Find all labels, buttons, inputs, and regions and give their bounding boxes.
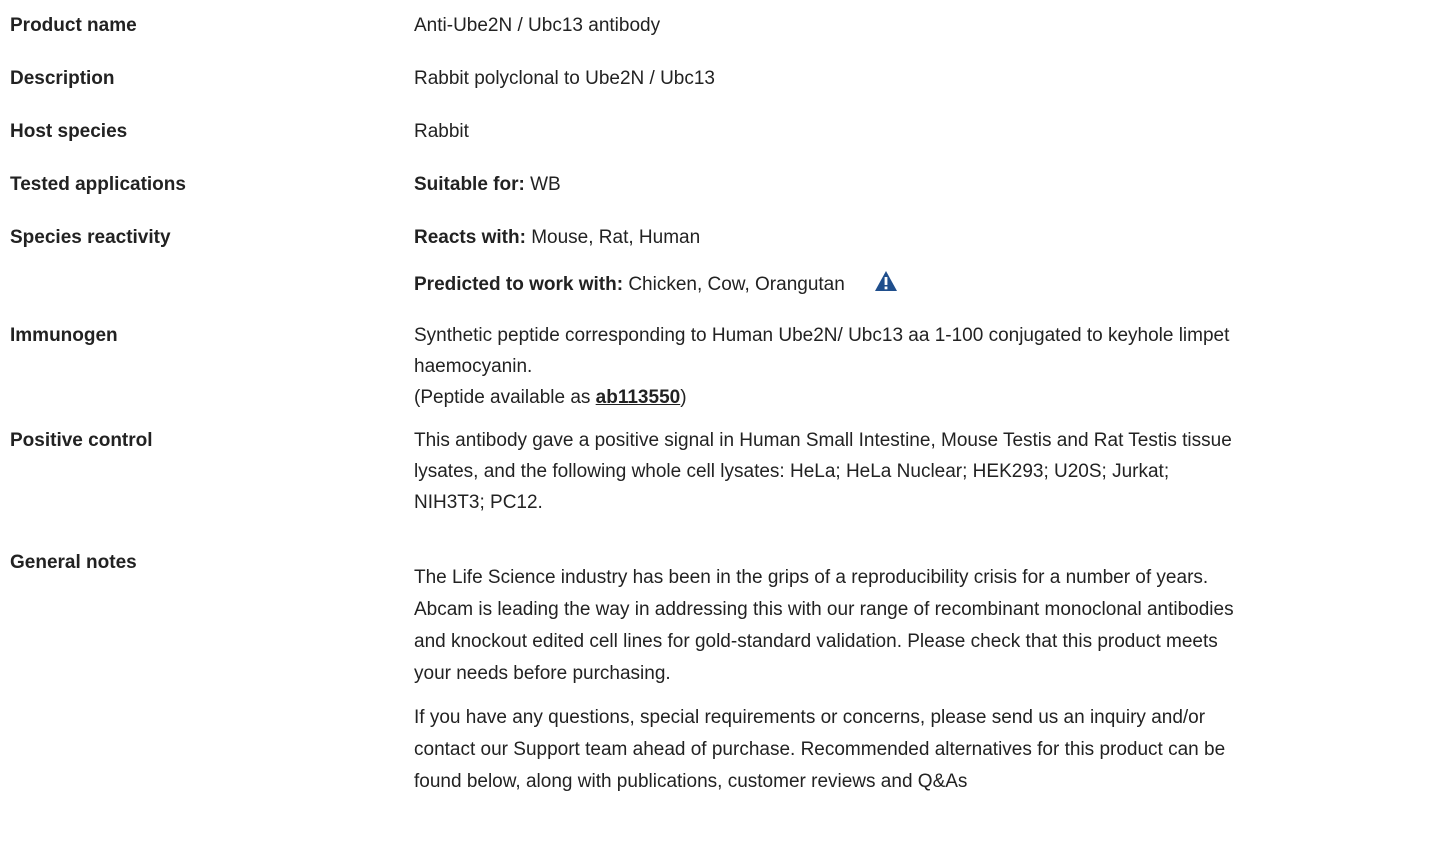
immunogen-peptide-line: (Peptide available as ab113550) bbox=[414, 382, 1444, 413]
value-host-species: Rabbit bbox=[414, 121, 469, 142]
immunogen-line-1: Synthetic peptide corresponding to Human… bbox=[414, 325, 1230, 346]
label-product-name: Product name bbox=[10, 15, 137, 36]
notes-p1-line-2: Abcam is leading the way in addressing t… bbox=[414, 599, 1234, 620]
label-general-notes: General notes bbox=[10, 552, 137, 573]
immunogen-line-2: haemocyanin. bbox=[414, 356, 533, 377]
label-immunogen: Immunogen bbox=[10, 325, 118, 346]
predicted-prefix: Predicted to work with: bbox=[414, 274, 624, 295]
value-reacts-with: Reacts with: Mouse, Rat, Human bbox=[414, 222, 1444, 253]
notes-p2-line-3: found below, along with publications, cu… bbox=[414, 771, 968, 792]
peptide-link[interactable]: ab113550 bbox=[596, 387, 681, 408]
notes-p1-line-3: and knockout edited cell lines for gold-… bbox=[414, 631, 1218, 652]
general-notes-paragraph-1: The Life Science industry has been in th… bbox=[414, 562, 1444, 690]
value-general-notes: The Life Science industry has been in th… bbox=[414, 562, 1444, 798]
peptide-suffix: ) bbox=[680, 387, 687, 408]
notes-p1-line-1: The Life Science industry has been in th… bbox=[414, 567, 1209, 588]
label-description: Description bbox=[10, 68, 115, 89]
value-positive-control: This antibody gave a positive signal in … bbox=[414, 425, 1444, 518]
value-immunogen: Synthetic peptide corresponding to Human… bbox=[414, 320, 1444, 413]
notes-p2-line-2: contact our Support team ahead of purcha… bbox=[414, 739, 1226, 760]
suitable-for-prefix: Suitable for: bbox=[414, 174, 525, 195]
positive-control-line-1: This antibody gave a positive signal in … bbox=[414, 430, 1232, 451]
positive-control-line-2: lysates, and the following whole cell ly… bbox=[414, 461, 1170, 482]
general-notes-paragraph-2: If you have any questions, special requi… bbox=[414, 702, 1444, 798]
label-species-reactivity: Species reactivity bbox=[10, 227, 171, 248]
reacts-with-value: Mouse, Rat, Human bbox=[531, 227, 701, 248]
label-positive-control: Positive control bbox=[10, 430, 153, 451]
notes-p1-line-4: your needs before purchasing. bbox=[414, 663, 671, 684]
label-host-species: Host species bbox=[10, 121, 128, 142]
value-description: Rabbit polyclonal to Ube2N / Ubc13 bbox=[414, 68, 716, 89]
notes-p2-line-1: If you have any questions, special requi… bbox=[414, 707, 1206, 728]
peptide-prefix: (Peptide available as bbox=[414, 387, 596, 408]
suitable-for-value: WB bbox=[530, 174, 561, 195]
warning-triangle-icon[interactable] bbox=[874, 270, 898, 292]
product-datasheet: Product name Anti-Ube2N / Ubc13 antibody… bbox=[0, 0, 1448, 858]
value-tested-applications: Suitable for: WB bbox=[414, 169, 1444, 200]
reacts-with-prefix: Reacts with: bbox=[414, 227, 526, 248]
value-product-name: Anti-Ube2N / Ubc13 antibody bbox=[414, 15, 661, 36]
value-predicted-to-work-with: Predicted to work with: Chicken, Cow, Or… bbox=[414, 269, 1444, 300]
positive-control-line-3: NIH3T3; PC12. bbox=[414, 492, 543, 513]
predicted-value: Chicken, Cow, Orangutan bbox=[628, 274, 845, 295]
label-tested-applications: Tested applications bbox=[10, 174, 186, 195]
